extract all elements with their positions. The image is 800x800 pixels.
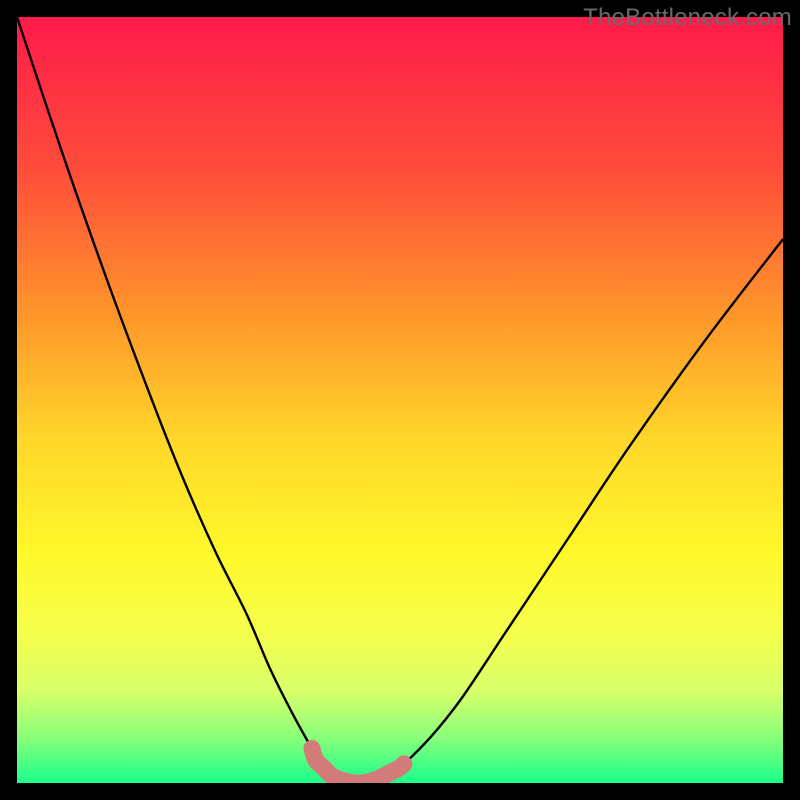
watermark-text: TheBottleneck.com [583, 4, 792, 32]
bottleneck-chart [17, 17, 783, 783]
chart-container [17, 17, 783, 783]
gradient-background [17, 17, 783, 783]
